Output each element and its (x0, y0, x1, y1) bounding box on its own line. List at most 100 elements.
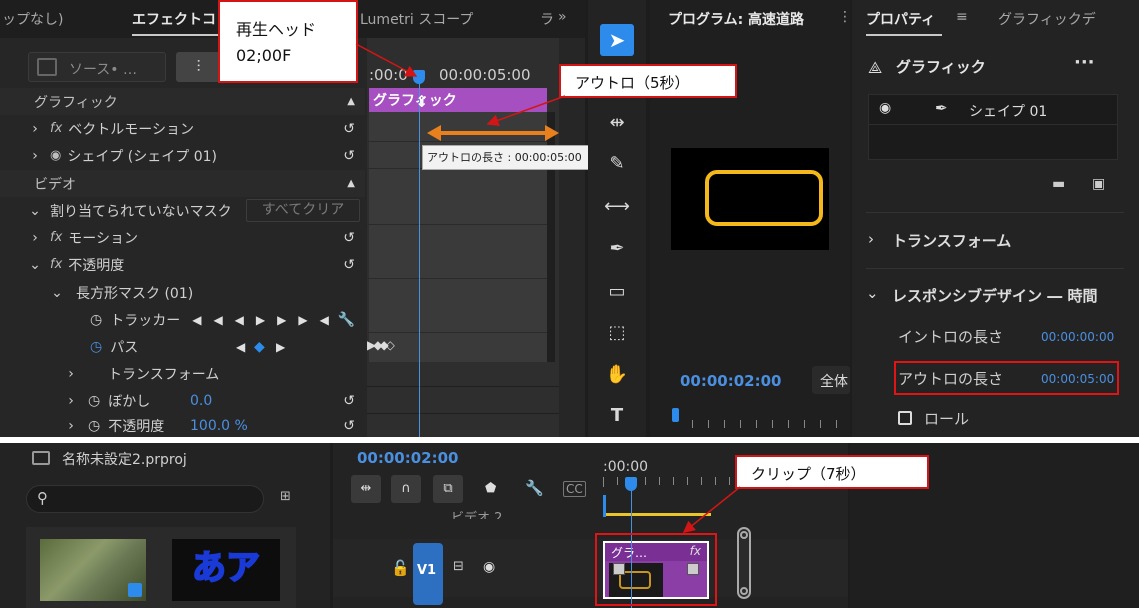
reset-icon[interactable]: ↺ (343, 257, 355, 273)
hand-tool-icon[interactable]: ✋ (600, 364, 634, 392)
captions-icon[interactable]: CC (563, 481, 586, 497)
tab-effect-controls[interactable]: エフェクトコ (132, 9, 216, 29)
vertical-scrollbar[interactable] (737, 527, 751, 599)
intro-length-value[interactable]: 00:00:00:00 (1041, 330, 1114, 344)
motion-row[interactable]: › fx モーション ↺ (0, 224, 365, 251)
tab-properties[interactable]: プロパティ (866, 9, 935, 29)
vector-motion-row[interactable]: › fx ベクトルモーション ↺ (0, 115, 365, 142)
stopwatch-icon[interactable]: ◷ (88, 418, 100, 434)
v1-track-row[interactable] (333, 539, 848, 597)
expand-chevron-icon[interactable]: ⌄ (28, 257, 42, 273)
magnet-tool[interactable]: ∩ (391, 475, 421, 503)
tab-essential-graphics[interactable]: グラフィックデ (998, 9, 1096, 29)
opacity-row[interactable]: ⌄ fx 不透明度 ↺ (0, 251, 365, 278)
expand-chevron-icon[interactable]: ⌄ (50, 285, 64, 301)
stopwatch-icon[interactable]: ◷ (90, 312, 102, 328)
slip-tool-icon[interactable]: ⟷ (600, 196, 634, 224)
prev-keyframe-icon[interactable]: ◀ (236, 340, 245, 354)
program-monitor-title[interactable]: プログラム: 高速道路 (668, 9, 804, 29)
scroll-handle-top[interactable] (740, 531, 748, 539)
tracker-controls[interactable]: ◀◀◀▶▶▶◀ (192, 313, 341, 327)
expand-chevron-icon[interactable]: ⌄ (28, 203, 42, 219)
add-keyframe-icon[interactable]: ◆ (254, 339, 265, 355)
video-thumbnail[interactable] (40, 539, 146, 601)
program-timecode[interactable]: 00:00:02:00 (680, 372, 782, 390)
visibility-eye-icon[interactable]: ◉ (879, 100, 891, 116)
rect-mask-row[interactable]: ⌄ 長方形マスク (01) (0, 279, 365, 306)
snap-tool[interactable]: ⇹ (351, 475, 381, 503)
lock-icon[interactable]: 🔓 (391, 559, 410, 577)
show-clip-button[interactable]: ⫶ (176, 52, 221, 82)
transform-section[interactable]: トランスフォーム (892, 230, 1011, 251)
rectangle-select-icon[interactable]: ⬚ (600, 322, 634, 350)
more-panels-icon[interactable]: » (558, 9, 567, 25)
ripple-edit-tool-icon[interactable]: ✎ (600, 153, 634, 181)
mask-opacity-value[interactable]: 100.0 % (190, 418, 248, 434)
linked-select-tool[interactable]: ⧉ (433, 475, 463, 503)
rectangle-tool-icon[interactable]: ▭ (600, 281, 634, 309)
reset-icon[interactable]: ↺ (343, 393, 355, 409)
mini-playhead-line[interactable] (419, 78, 420, 437)
panel-menu-icon[interactable]: ⋮ (838, 9, 852, 25)
shape-layer-row[interactable]: ◉ ✒ シェイプ 01 (869, 95, 1117, 125)
collapse-icon[interactable]: ▲ (347, 96, 355, 107)
type-tool-icon[interactable]: T (600, 405, 634, 433)
graphic-thumbnail[interactable]: あア (172, 539, 280, 601)
work-area-bar[interactable] (603, 513, 711, 516)
roll-checkbox[interactable] (898, 411, 912, 425)
find-icon[interactable]: ⊞ (280, 489, 291, 504)
tab-no-caption[interactable]: ップなし) (2, 9, 63, 29)
expand-chevron-icon[interactable]: › (64, 393, 78, 409)
tab-lumetri-scopes[interactable]: Lumetri スコープ (360, 9, 473, 29)
mini-playhead-handle[interactable] (413, 70, 425, 84)
keyframe-markers[interactable]: ▶◆◆◇ (367, 338, 395, 352)
reset-icon[interactable]: ↺ (343, 148, 355, 164)
collapse-icon[interactable]: ▲ (347, 178, 355, 189)
graphic-shape-preview[interactable] (705, 170, 823, 226)
path-row[interactable]: ◷ パス ◀ ◆ ▶ (0, 333, 365, 360)
feather-value[interactable]: 0.0 (190, 393, 212, 409)
reset-icon[interactable]: ↺ (343, 418, 355, 434)
responsive-design-section[interactable]: レスポンシブデザイン ― 時間 (892, 285, 1097, 306)
responsive-chevron-icon[interactable]: ⌄ (866, 284, 879, 302)
sync-lock-icon[interactable]: ⊟ (453, 559, 464, 574)
expand-chevron-icon[interactable]: › (28, 121, 42, 137)
stopwatch-active-icon[interactable]: ◷ (90, 339, 102, 355)
program-scrub-ruler[interactable] (672, 420, 850, 430)
expand-chevron-icon[interactable]: › (28, 148, 42, 164)
shape-row[interactable]: › ◉ シェイプ (シェイプ 01) ↺ (0, 142, 365, 169)
selection-tool[interactable]: ➤ (600, 24, 634, 56)
more-options-icon[interactable]: ··· (1074, 52, 1095, 73)
expand-chevron-icon[interactable]: › (28, 230, 42, 246)
new-layer-icon[interactable]: ▣ (1092, 176, 1105, 192)
project-search-input[interactable]: ⚲ (26, 485, 264, 513)
track-select-tool-icon[interactable]: ⇹ (600, 112, 634, 140)
reset-icon[interactable]: ↺ (343, 121, 355, 137)
timeline-timecode[interactable]: 00:00:02:00 (357, 449, 459, 467)
tab-overflow[interactable]: ラ (540, 9, 554, 29)
feather-row[interactable]: › ◷ ぼかし 0.0 ↺ (0, 387, 365, 414)
unassigned-mask-row[interactable]: ⌄ 割り当てられていないマスク すべてクリア (0, 197, 365, 224)
pen-tool-icon[interactable]: ✒ (600, 238, 634, 266)
mini-timeline[interactable]: :00:0 00:00:05:00 グラフィック ▶◆◆◇ ⇕ (367, 38, 559, 437)
panel-menu-icon[interactable]: ≡ (956, 9, 968, 25)
program-video-frame[interactable] (671, 148, 829, 250)
stopwatch-icon[interactable]: ◷ (88, 393, 100, 409)
source-dropdown[interactable]: ソース• … (28, 52, 166, 82)
next-keyframe-icon[interactable]: ▶ (276, 340, 285, 354)
wrench-icon[interactable]: 🔧 (525, 479, 544, 497)
marker-icon[interactable]: ⬟ (485, 481, 496, 496)
eye-icon[interactable]: ◉ (50, 148, 61, 163)
timeline-playhead-handle[interactable] (625, 477, 637, 491)
transform-chevron-icon[interactable]: › (868, 230, 874, 248)
v1-target-button[interactable]: V1 (413, 543, 443, 605)
fit-dropdown[interactable]: 全体 (812, 366, 850, 394)
mini-clip[interactable]: グラフィック (369, 88, 547, 112)
mask-opacity-row[interactable]: › ◷ 不透明度 100.0 % ↺ (0, 414, 365, 437)
reset-icon[interactable]: ↺ (343, 230, 355, 246)
transform-row[interactable]: › トランスフォーム (0, 360, 365, 387)
clear-all-button[interactable]: すべてクリア (246, 199, 360, 222)
expand-chevron-icon[interactable]: › (64, 366, 78, 382)
folder-icon[interactable]: ▬ (1052, 176, 1065, 192)
tracker-row[interactable]: ◷ トラッカー ◀◀◀▶▶▶◀ 🔧 (0, 306, 365, 333)
